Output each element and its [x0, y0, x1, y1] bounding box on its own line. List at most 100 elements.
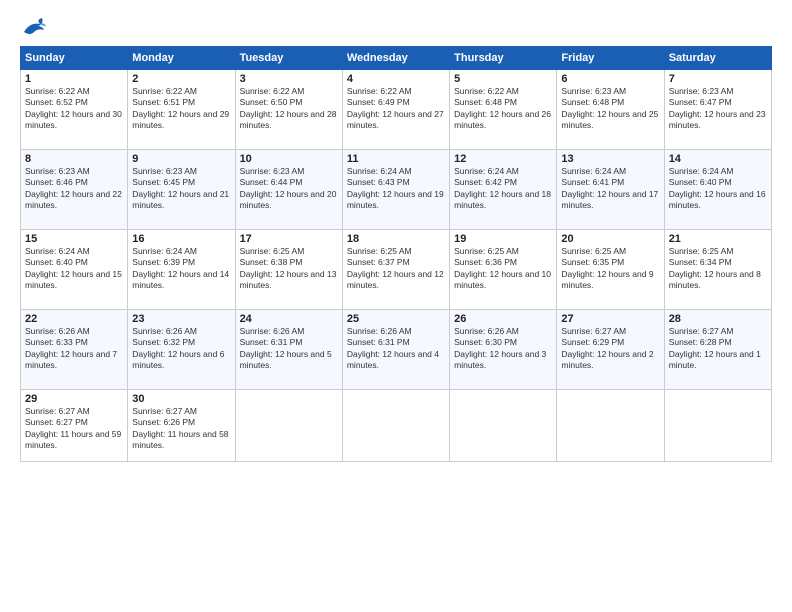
day-info: Sunrise: 6:23 AMSunset: 6:47 PMDaylight:…: [669, 86, 767, 132]
day-number: 4: [347, 73, 445, 85]
calendar-day: 14Sunrise: 6:24 AMSunset: 6:40 PMDayligh…: [664, 150, 771, 230]
day-info: Sunrise: 6:27 AMSunset: 6:28 PMDaylight:…: [669, 326, 767, 372]
day-info: Sunrise: 6:25 AMSunset: 6:38 PMDaylight:…: [240, 246, 338, 292]
weekday-header: Saturday: [664, 47, 771, 70]
calendar-day: 16Sunrise: 6:24 AMSunset: 6:39 PMDayligh…: [128, 230, 235, 310]
weekday-header: Thursday: [450, 47, 557, 70]
day-info: Sunrise: 6:26 AMSunset: 6:33 PMDaylight:…: [25, 326, 123, 372]
calendar-day: 21Sunrise: 6:25 AMSunset: 6:34 PMDayligh…: [664, 230, 771, 310]
day-info: Sunrise: 6:24 AMSunset: 6:43 PMDaylight:…: [347, 166, 445, 212]
calendar-day: 1Sunrise: 6:22 AMSunset: 6:52 PMDaylight…: [21, 70, 128, 150]
day-number: 20: [561, 233, 659, 245]
calendar-week-row: 15Sunrise: 6:24 AMSunset: 6:40 PMDayligh…: [21, 230, 772, 310]
day-info: Sunrise: 6:27 AMSunset: 6:29 PMDaylight:…: [561, 326, 659, 372]
day-number: 12: [454, 153, 552, 165]
day-number: 29: [25, 393, 123, 405]
day-info: Sunrise: 6:22 AMSunset: 6:52 PMDaylight:…: [25, 86, 123, 132]
day-info: Sunrise: 6:25 AMSunset: 6:37 PMDaylight:…: [347, 246, 445, 292]
day-info: Sunrise: 6:26 AMSunset: 6:31 PMDaylight:…: [347, 326, 445, 372]
calendar-week-row: 22Sunrise: 6:26 AMSunset: 6:33 PMDayligh…: [21, 310, 772, 390]
day-info: Sunrise: 6:25 AMSunset: 6:35 PMDaylight:…: [561, 246, 659, 292]
day-info: Sunrise: 6:25 AMSunset: 6:34 PMDaylight:…: [669, 246, 767, 292]
day-info: Sunrise: 6:26 AMSunset: 6:31 PMDaylight:…: [240, 326, 338, 372]
calendar-day: 5Sunrise: 6:22 AMSunset: 6:48 PMDaylight…: [450, 70, 557, 150]
day-info: Sunrise: 6:23 AMSunset: 6:44 PMDaylight:…: [240, 166, 338, 212]
calendar-day: 6Sunrise: 6:23 AMSunset: 6:48 PMDaylight…: [557, 70, 664, 150]
calendar-day: 4Sunrise: 6:22 AMSunset: 6:49 PMDaylight…: [342, 70, 449, 150]
calendar-day: 11Sunrise: 6:24 AMSunset: 6:43 PMDayligh…: [342, 150, 449, 230]
calendar: SundayMondayTuesdayWednesdayThursdayFrid…: [20, 46, 772, 462]
day-number: 9: [132, 153, 230, 165]
logo-icon: [20, 16, 48, 38]
day-number: 16: [132, 233, 230, 245]
day-number: 14: [669, 153, 767, 165]
day-number: 22: [25, 313, 123, 325]
logo: [20, 16, 52, 38]
calendar-day: 29Sunrise: 6:27 AMSunset: 6:27 PMDayligh…: [21, 390, 128, 462]
day-info: Sunrise: 6:22 AMSunset: 6:51 PMDaylight:…: [132, 86, 230, 132]
day-info: Sunrise: 6:22 AMSunset: 6:49 PMDaylight:…: [347, 86, 445, 132]
day-info: Sunrise: 6:23 AMSunset: 6:48 PMDaylight:…: [561, 86, 659, 132]
day-number: 5: [454, 73, 552, 85]
day-number: 28: [669, 313, 767, 325]
day-number: 30: [132, 393, 230, 405]
calendar-day: [450, 390, 557, 462]
day-number: 15: [25, 233, 123, 245]
day-info: Sunrise: 6:27 AMSunset: 6:26 PMDaylight:…: [132, 406, 230, 452]
calendar-day: 25Sunrise: 6:26 AMSunset: 6:31 PMDayligh…: [342, 310, 449, 390]
weekday-header: Tuesday: [235, 47, 342, 70]
calendar-week-row: 1Sunrise: 6:22 AMSunset: 6:52 PMDaylight…: [21, 70, 772, 150]
calendar-day: 17Sunrise: 6:25 AMSunset: 6:38 PMDayligh…: [235, 230, 342, 310]
day-info: Sunrise: 6:26 AMSunset: 6:32 PMDaylight:…: [132, 326, 230, 372]
calendar-day: 26Sunrise: 6:26 AMSunset: 6:30 PMDayligh…: [450, 310, 557, 390]
day-info: Sunrise: 6:25 AMSunset: 6:36 PMDaylight:…: [454, 246, 552, 292]
calendar-day: 3Sunrise: 6:22 AMSunset: 6:50 PMDaylight…: [235, 70, 342, 150]
weekday-header: Monday: [128, 47, 235, 70]
calendar-day: 12Sunrise: 6:24 AMSunset: 6:42 PMDayligh…: [450, 150, 557, 230]
day-number: 6: [561, 73, 659, 85]
day-number: 27: [561, 313, 659, 325]
weekday-header: Friday: [557, 47, 664, 70]
calendar-week-row: 29Sunrise: 6:27 AMSunset: 6:27 PMDayligh…: [21, 390, 772, 462]
calendar-day: 30Sunrise: 6:27 AMSunset: 6:26 PMDayligh…: [128, 390, 235, 462]
day-number: 25: [347, 313, 445, 325]
day-number: 11: [347, 153, 445, 165]
day-number: 17: [240, 233, 338, 245]
day-info: Sunrise: 6:22 AMSunset: 6:50 PMDaylight:…: [240, 86, 338, 132]
calendar-day: 28Sunrise: 6:27 AMSunset: 6:28 PMDayligh…: [664, 310, 771, 390]
day-info: Sunrise: 6:22 AMSunset: 6:48 PMDaylight:…: [454, 86, 552, 132]
day-number: 7: [669, 73, 767, 85]
day-info: Sunrise: 6:26 AMSunset: 6:30 PMDaylight:…: [454, 326, 552, 372]
calendar-day: 19Sunrise: 6:25 AMSunset: 6:36 PMDayligh…: [450, 230, 557, 310]
weekday-header: Wednesday: [342, 47, 449, 70]
day-number: 18: [347, 233, 445, 245]
calendar-day: 18Sunrise: 6:25 AMSunset: 6:37 PMDayligh…: [342, 230, 449, 310]
header: [20, 16, 772, 38]
calendar-day: 22Sunrise: 6:26 AMSunset: 6:33 PMDayligh…: [21, 310, 128, 390]
weekday-header: Sunday: [21, 47, 128, 70]
calendar-day: 13Sunrise: 6:24 AMSunset: 6:41 PMDayligh…: [557, 150, 664, 230]
calendar-day: 15Sunrise: 6:24 AMSunset: 6:40 PMDayligh…: [21, 230, 128, 310]
day-info: Sunrise: 6:24 AMSunset: 6:39 PMDaylight:…: [132, 246, 230, 292]
day-info: Sunrise: 6:23 AMSunset: 6:45 PMDaylight:…: [132, 166, 230, 212]
calendar-day: [664, 390, 771, 462]
calendar-day: 2Sunrise: 6:22 AMSunset: 6:51 PMDaylight…: [128, 70, 235, 150]
day-number: 19: [454, 233, 552, 245]
calendar-day: 20Sunrise: 6:25 AMSunset: 6:35 PMDayligh…: [557, 230, 664, 310]
page: SundayMondayTuesdayWednesdayThursdayFrid…: [0, 0, 792, 612]
calendar-day: [235, 390, 342, 462]
calendar-day: [342, 390, 449, 462]
calendar-week-row: 8Sunrise: 6:23 AMSunset: 6:46 PMDaylight…: [21, 150, 772, 230]
calendar-day: 10Sunrise: 6:23 AMSunset: 6:44 PMDayligh…: [235, 150, 342, 230]
calendar-body: 1Sunrise: 6:22 AMSunset: 6:52 PMDaylight…: [21, 70, 772, 462]
day-number: 10: [240, 153, 338, 165]
day-number: 13: [561, 153, 659, 165]
day-number: 21: [669, 233, 767, 245]
calendar-day: 9Sunrise: 6:23 AMSunset: 6:45 PMDaylight…: [128, 150, 235, 230]
calendar-header: SundayMondayTuesdayWednesdayThursdayFrid…: [21, 47, 772, 70]
calendar-day: 27Sunrise: 6:27 AMSunset: 6:29 PMDayligh…: [557, 310, 664, 390]
day-number: 24: [240, 313, 338, 325]
day-info: Sunrise: 6:27 AMSunset: 6:27 PMDaylight:…: [25, 406, 123, 452]
calendar-day: 8Sunrise: 6:23 AMSunset: 6:46 PMDaylight…: [21, 150, 128, 230]
day-info: Sunrise: 6:24 AMSunset: 6:42 PMDaylight:…: [454, 166, 552, 212]
